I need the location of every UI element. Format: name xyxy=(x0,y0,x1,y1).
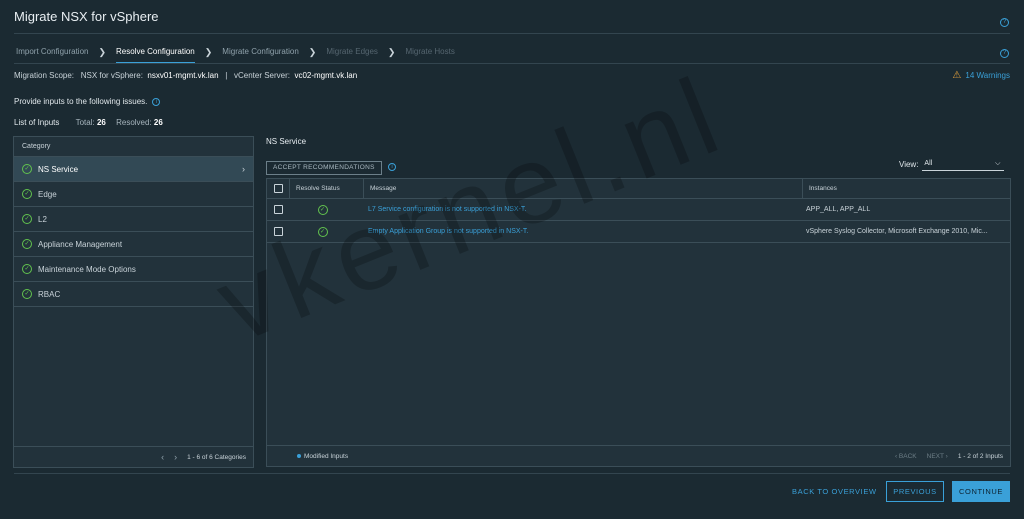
chevron-right-icon: › xyxy=(242,164,245,174)
resolved-value: 26 xyxy=(153,118,163,127)
wizard-steps: Import Configuration ❯ Resolve Configura… xyxy=(16,46,455,64)
section-title: NS Service xyxy=(266,137,307,146)
help-icon[interactable]: ? xyxy=(1000,18,1009,27)
modified-dot-icon xyxy=(297,454,301,458)
warnings-label: 14 Warnings xyxy=(965,71,1010,80)
category-header: Category xyxy=(14,137,253,157)
view-select[interactable]: All ⌵ xyxy=(922,158,1005,171)
category-item-appliance-management[interactable]: ✓ Appliance Management xyxy=(14,232,253,257)
instances-text: vSphere Syslog Collector, Microsoft Exch… xyxy=(806,228,988,235)
row-checkbox[interactable] xyxy=(273,205,283,214)
chevron-right-icon: ❯ xyxy=(308,46,317,57)
column-instances[interactable]: Instances xyxy=(802,179,1010,198)
previous-button[interactable]: PREVIOUS xyxy=(886,481,944,502)
column-resolve-status[interactable]: Resolve Status xyxy=(289,179,363,198)
check-circle-icon: ✓ xyxy=(22,264,32,274)
category-label: L2 xyxy=(38,214,47,224)
category-item-edge[interactable]: ✓ Edge xyxy=(14,182,253,207)
view-filter: View: All ⌵ xyxy=(899,158,1005,171)
migration-scope: Migration Scope: NSX for vSphere: nsxv01… xyxy=(14,71,357,80)
footer-divider xyxy=(14,473,1010,474)
check-circle-icon: ✓ xyxy=(317,204,328,215)
nsx-label: NSX for vSphere: xyxy=(80,71,143,80)
message-link[interactable]: Empty Application Group is not supported… xyxy=(368,228,528,235)
next-page-label: NEXT xyxy=(926,452,944,460)
provide-inputs-label: Provide inputs to the following issues. xyxy=(14,97,148,106)
provide-inputs-text: Provide inputs to the following issues. … xyxy=(14,97,161,106)
issues-grid: Resolve Status Message Instances ✓ L7 Se… xyxy=(266,178,1011,467)
continue-button[interactable]: CONTINUE xyxy=(952,481,1010,502)
back-to-overview-button[interactable]: BACK TO OVERVIEW xyxy=(792,487,877,496)
check-circle-icon: ✓ xyxy=(22,239,32,249)
column-message[interactable]: Message xyxy=(363,179,802,198)
chevron-left-icon[interactable]: ‹ xyxy=(161,452,164,462)
row-checkbox[interactable] xyxy=(273,227,283,236)
step-migrate-configuration[interactable]: Migrate Configuration xyxy=(222,47,298,64)
info-icon[interactable]: i xyxy=(152,97,161,106)
category-label: Maintenance Mode Options xyxy=(38,264,136,274)
nsx-value: nsxv01-mgmt.vk.lan xyxy=(147,71,219,80)
check-circle-icon: ✓ xyxy=(317,226,328,237)
category-pagination: ‹ › 1 - 6 of 6 Categories xyxy=(14,446,253,467)
help-icon[interactable]: ? xyxy=(1000,49,1009,58)
resolved-label: Resolved: xyxy=(116,118,152,127)
check-circle-icon: ✓ xyxy=(22,189,32,199)
grid-header: Resolve Status Message Instances xyxy=(267,179,1010,199)
warnings-link[interactable]: ⚠ 14 Warnings xyxy=(952,69,1010,81)
table-row: ✓ Empty Application Group is not support… xyxy=(267,221,1010,243)
vcenter-label: vCenter Server: xyxy=(233,71,290,80)
vcenter-value: vc02-mgmt.vk.lan xyxy=(294,71,358,80)
view-label: View: xyxy=(899,160,919,169)
scope-label: Migration Scope: xyxy=(14,71,75,80)
total-label: Total: xyxy=(75,118,95,127)
accept-recommendations-button[interactable]: ACCEPT RECOMMENDATIONS xyxy=(266,161,382,175)
inputs-title: List of Inputs xyxy=(14,118,60,127)
next-page-button[interactable]: NEXT › xyxy=(927,453,948,460)
category-label: Appliance Management xyxy=(38,239,123,249)
modified-inputs-legend: Modified Inputs xyxy=(297,453,348,460)
category-item-maintenance-mode-options[interactable]: ✓ Maintenance Mode Options xyxy=(14,257,253,282)
scope-separator: | xyxy=(225,71,228,80)
category-label: NS Service xyxy=(38,164,79,174)
check-circle-icon: ✓ xyxy=(22,289,32,299)
total-value: 26 xyxy=(96,118,106,127)
category-pagination-label: 1 - 6 of 6 Categories xyxy=(187,453,246,461)
check-circle-icon: ✓ xyxy=(22,214,32,224)
grid-footer: Modified Inputs ‹ BACK NEXT › 1 - 2 of 2… xyxy=(267,445,1010,466)
table-row: ✓ L7 Service configuration is not suppor… xyxy=(267,199,1010,221)
inputs-summary: List of Inputs Total: 26 Resolved: 26 xyxy=(14,118,163,127)
category-label: Edge xyxy=(38,189,57,199)
header-divider xyxy=(14,33,1010,34)
message-link[interactable]: L7 Service configuration is not supporte… xyxy=(368,206,526,213)
view-select-value: All xyxy=(924,160,933,167)
modified-inputs-label: Modified Inputs xyxy=(304,452,349,460)
step-migrate-hosts: Migrate Hosts xyxy=(405,46,455,56)
category-item-ns-service[interactable]: ✓ NS Service › xyxy=(14,157,253,182)
category-item-rbac[interactable]: ✓ RBAC xyxy=(14,282,253,307)
category-item-l2[interactable]: ✓ L2 xyxy=(14,207,253,232)
check-circle-icon: ✓ xyxy=(22,164,32,174)
steps-divider xyxy=(14,63,1010,64)
category-panel: Category ✓ NS Service › ✓ Edge ✓ L2 ✓ Ap… xyxy=(13,136,254,468)
inputs-pagination-label: 1 - 2 of 2 Inputs xyxy=(957,452,1003,460)
step-import-configuration[interactable]: Import Configuration xyxy=(16,47,88,64)
step-resolve-configuration[interactable]: Resolve Configuration xyxy=(116,47,195,64)
category-label: RBAC xyxy=(38,289,61,299)
back-page-label: BACK xyxy=(898,452,917,460)
select-all-checkbox[interactable] xyxy=(273,184,283,193)
step-migrate-edges: Migrate Edges xyxy=(326,46,378,56)
chevron-right-icon: ❯ xyxy=(204,46,213,57)
warning-icon: ⚠ xyxy=(952,69,962,81)
chevron-right-icon: ❯ xyxy=(98,46,107,57)
chevron-down-icon: ⌵ xyxy=(995,160,1001,167)
instances-text: APP_ALL, APP_ALL xyxy=(806,206,871,213)
chevron-right-icon: ❯ xyxy=(387,46,396,57)
page-title: Migrate NSX for vSphere xyxy=(14,9,159,24)
back-page-button[interactable]: ‹ BACK xyxy=(895,453,917,460)
info-icon[interactable]: i xyxy=(388,163,396,171)
chevron-right-icon[interactable]: › xyxy=(174,452,177,462)
